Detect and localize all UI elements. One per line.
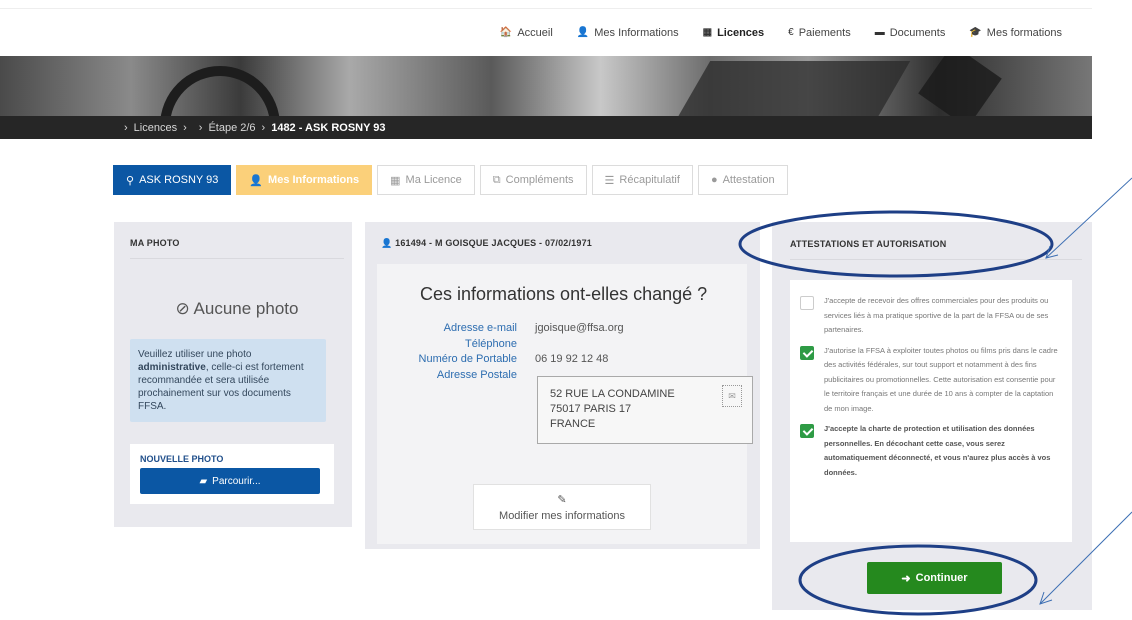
breadcrumb-licences[interactable]: Licences [134,122,177,134]
new-photo-box: NOUVELLE PHOTO ▰ Parcourir... [130,444,334,504]
commercial-offers-checkbox[interactable] [800,296,814,310]
browse-button[interactable]: ▰ Parcourir... [140,468,320,494]
mobile-label: Numéro de Portable [418,353,517,365]
image-rights-checkbox[interactable] [800,345,814,360]
nav-mes-informations[interactable]: 👤 Mes Informations [577,27,679,39]
breadcrumb-current: 1482 - ASK ROSNY 93 [271,121,386,134]
attestation-text: J'autorise la FFSA à exploiter toutes ph… [824,345,1058,413]
photo-info-message: Veuillez utiliser une photo administrati… [130,339,326,422]
info-changed-question: Ces informations ont-elles changé ? [420,284,708,304]
home-icon: 🏠 [499,27,513,38]
top-navigation: 🏠 Accueil 👤 Mes Informations ▦ Licences € Pa… [0,8,1092,56]
data-charter-checkbox[interactable] [800,424,814,438]
folder-icon: ▬ [874,27,885,38]
banner-steering-wheel [160,66,280,116]
personal-info-panel: 👤 161494 - M GOISQUE JACQUES - 07/02/197… [365,222,760,549]
edit-icon: ✎ [557,494,567,506]
banner-dark-shape [669,61,911,116]
attestations-title: ATTESTATIONS ET AUTORISATION [790,239,1082,260]
phone-label: Téléphone [465,338,517,350]
address-box: 52 RUE LA CONDAMINE 75017 PARIS 17 FRANC… [537,376,753,444]
attestation-item: J'accepte la charte de protection et uti… [800,422,1062,480]
nav-accueil[interactable]: 🏠 Accueil [500,27,553,39]
attestation-item: J'autorise la FFSA à exploiter toutes ph… [800,344,1062,417]
nav-licences[interactable]: ▦ Licences [703,27,765,39]
attestations-panel: ATTESTATIONS ET AUTORISATION J'accepte d… [772,222,1092,610]
nav-mes-formations[interactable]: 🎓 Mes formations [969,27,1062,39]
folder-open-icon: ▰ [199,475,208,487]
clone-icon: ⧉ [492,173,501,186]
attestation-text: J'accepte la charte de protection et uti… [824,424,1051,477]
step-mes-informations[interactable]: 👤 Mes Informations [236,165,373,195]
stamp-icon: ✉ [722,385,742,407]
step-complements[interactable]: ⧉ Compléments [479,165,587,195]
photo-panel: MA PHOTO ⊘ Aucune photo Veuillez utilise… [114,222,352,527]
list-icon: ☰ [604,174,615,187]
user-icon: 👤 [576,27,590,38]
modify-info-button[interactable]: ✎ Modifier mes informations [473,484,651,530]
arrow-right-icon: ➜ [901,572,911,585]
attestation-text: J'accepte de recevoir des offres commerc… [824,296,1049,334]
map-marker-icon: ⚲ [126,174,135,187]
person-title: 👤 161494 - M GOISQUE JACQUES - 07/02/197… [381,238,592,248]
nav-paiements[interactable]: € Paiements [788,27,851,39]
wizard-steps: ⚲ ASK ROSNY 93 👤 Mes Informations ▦ Ma Lice… [113,165,793,195]
breadcrumb: › Licences › › Étape 2/6 › 1482 - ASK RO… [0,116,1092,139]
continue-button[interactable]: ➜ Continuer [867,562,1002,594]
attestation-item: J'accepte de recevoir des offres commerc… [800,294,1062,338]
license-card-icon: ▦ [390,174,401,187]
ban-icon: ⊘ [175,299,194,318]
step-ma-licence[interactable]: ▦ Ma Licence [377,165,475,195]
step-club[interactable]: ⚲ ASK ROSNY 93 [113,165,232,195]
address-line-2: 75017 PARIS 17 [550,403,632,415]
new-photo-label: NOUVELLE PHOTO [140,454,224,464]
user-icon: 👤 [249,174,264,187]
header-banner-image [0,56,1092,116]
check-circle-icon: ● [710,174,718,186]
graduation-cap-icon: 🎓 [969,27,982,38]
license-card-icon: ▦ [702,27,713,38]
euro-icon: € [788,27,794,38]
banner-dark-shape [918,56,1002,116]
mobile-value: 06 19 92 12 48 [535,353,609,365]
email-value: jgoisque@ffsa.org [535,322,624,334]
photo-panel-title: MA PHOTO [130,238,344,259]
no-photo-label: ⊘ Aucune photo [175,299,299,318]
breadcrumb-step[interactable]: Étape 2/6 [208,122,255,134]
nav-documents[interactable]: ▬ Documents [875,27,946,39]
address-line-1: 52 RUE LA CONDAMINE [550,388,675,400]
step-attestation[interactable]: ● Attestation [697,165,788,195]
step-recapitulatif[interactable]: ☰ Récapitulatif [591,165,693,195]
user-icon: 👤 [381,238,396,248]
address-label: Adresse Postale [436,369,517,381]
email-label: Adresse e-mail [443,322,517,334]
address-line-3: FRANCE [550,418,596,430]
attestations-list: J'accepte de recevoir des offres commerc… [790,280,1072,542]
